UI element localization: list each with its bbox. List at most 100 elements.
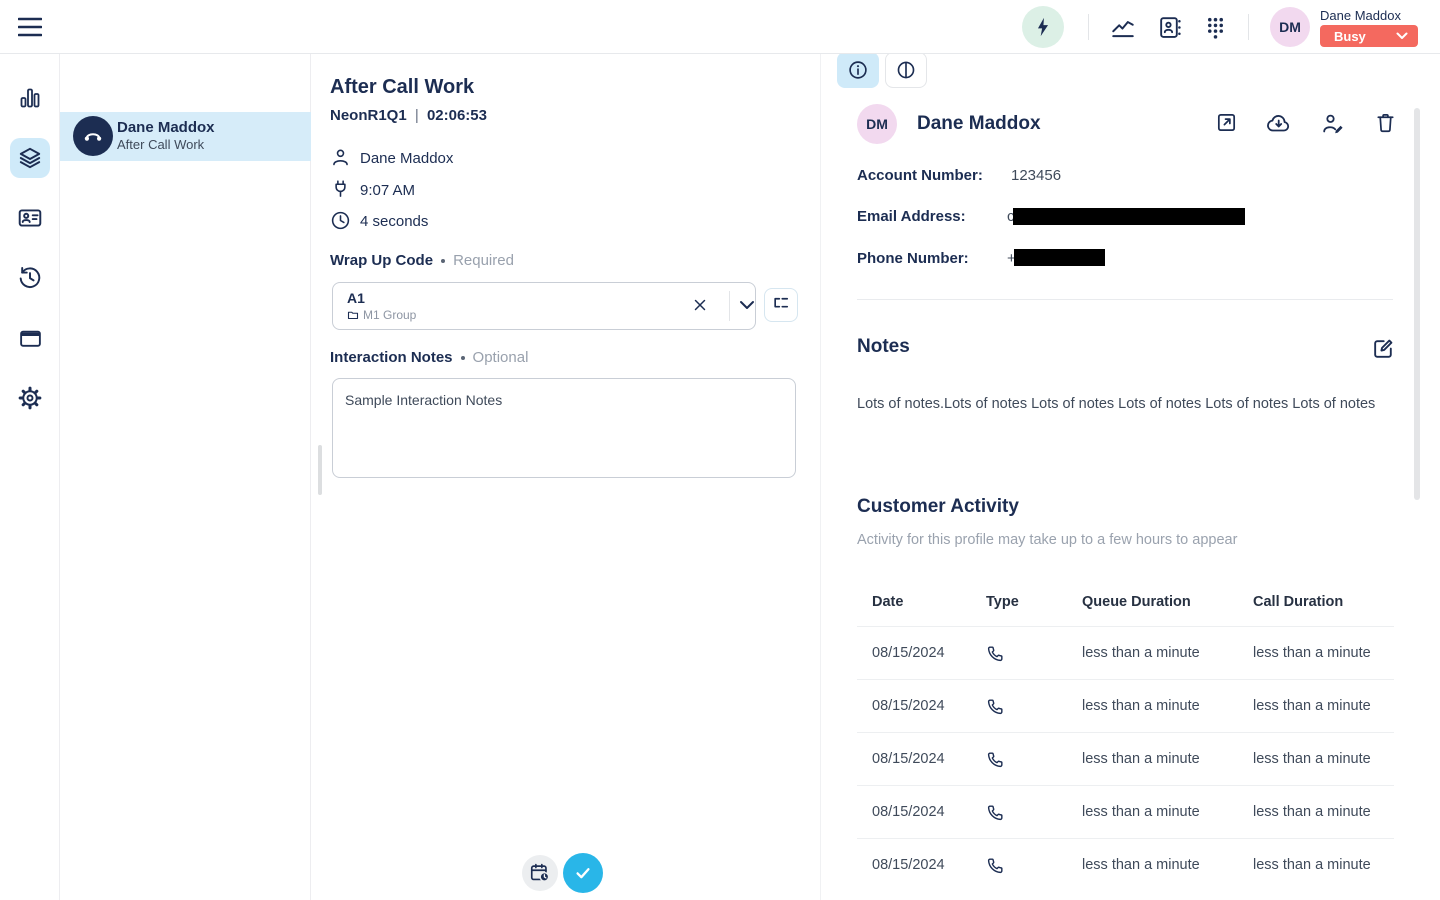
bar-chart-icon [18,86,42,110]
person-edit-icon [1321,112,1346,136]
user-avatar[interactable]: DM [1270,7,1310,47]
edit-notes-button[interactable] [1371,336,1396,361]
handset-icon [81,124,105,148]
left-nav-rail [0,54,60,900]
schedule-callback-button[interactable] [522,855,558,891]
person-icon [330,147,351,168]
analytics-button[interactable] [1110,15,1136,41]
table-row[interactable]: 08/15/2024 less than a minute less than … [857,732,1394,785]
dialpad-button[interactable] [1203,15,1228,40]
topbar-user-name: Dane Maddox [1320,8,1401,23]
activity-table-header: Date Type Queue Duration Call Duration [857,578,1394,626]
cell-date: 08/15/2024 [872,698,986,714]
task-list-item[interactable]: Dane Maddox After Call Work [60,112,311,161]
contact-card-icon [17,205,43,231]
folder-icon [347,309,359,321]
status-label: Busy [1334,29,1366,44]
sidebar-item-tasks[interactable] [10,138,50,178]
profile-scrollbar-thumb[interactable] [1414,108,1420,500]
bullet-dot [441,259,445,263]
cell-call-duration: less than a minute [1253,857,1394,873]
cell-date: 08/15/2024 [872,857,986,873]
sidebar-item-analytics[interactable] [10,78,50,118]
bullet-dot [461,356,465,360]
cell-queue-duration: less than a minute [1082,645,1253,661]
line-chart-icon [1110,15,1136,41]
brain-icon [895,59,917,81]
hamburger-menu-button[interactable] [18,16,42,38]
cloud-download-icon [1266,112,1292,136]
sidebar-item-contacts[interactable] [10,198,50,238]
plug-icon [330,179,351,200]
wrap-up-label-row: Wrap Up Code Required [330,252,514,269]
select-expand-button[interactable] [739,299,755,311]
wrap-up-requirement: Required [453,252,514,269]
tab-profile-info[interactable] [837,52,879,88]
calendar-clock-icon [529,862,551,884]
task-timer: 02:06:53 [427,107,487,124]
hamburger-icon [18,16,42,38]
history-icon [17,265,43,291]
left-scrollbar-thumb[interactable] [318,445,322,495]
lightning-icon [1032,16,1054,38]
table-row[interactable]: 08/15/2024 less than a minute less than … [857,626,1394,679]
address-book-icon [1157,15,1182,40]
cell-queue-duration: less than a minute [1082,698,1253,714]
interaction-notes-label: Interaction Notes [330,349,453,366]
x-close-icon [691,296,709,314]
sidebar-item-settings[interactable] [10,378,50,418]
interaction-notes-label-row: Interaction Notes Optional [330,349,528,366]
redaction-bar [1013,208,1245,225]
browse-code-tree-button[interactable] [764,288,798,322]
field-label: Phone Number: [857,250,969,267]
activity-table: Date Type Queue Duration Call Duration 0… [857,578,1394,891]
cell-queue-duration: less than a minute [1082,857,1253,873]
current-task-panel: Current Task Dane Maddox After Call Work [60,54,311,900]
sidebar-item-history[interactable] [10,258,50,298]
delete-profile-button[interactable] [1374,111,1397,134]
cell-date: 08/15/2024 [872,751,986,767]
queue-and-timer: NeonR1Q1 | 02:06:53 [330,107,487,124]
layers-icon [17,145,43,171]
cell-type [986,803,1082,822]
meta-contact-name: Dane Maddox [360,150,453,167]
table-row[interactable]: 08/15/2024 less than a minute less than … [857,838,1394,891]
wrap-up-code-select[interactable]: A1 M1 Group [332,282,756,330]
field-label: Email Address: [857,208,966,225]
pencil-square-icon [1371,336,1396,361]
table-row[interactable]: 08/15/2024 less than a minute less than … [857,679,1394,732]
customer-profile-panel: DM Dane Maddox [820,54,1440,900]
complete-task-button[interactable] [563,853,603,893]
avatar-initials: DM [1279,19,1301,35]
edit-profile-button[interactable] [1321,112,1346,136]
chevron-down-icon [1396,32,1408,40]
status-dropdown-button[interactable]: Busy [1320,25,1418,47]
cell-call-duration: less than a minute [1253,645,1394,661]
cell-call-duration: less than a minute [1253,698,1394,714]
task-item-subtitle: After Call Work [117,137,204,152]
info-icon [847,59,869,81]
contacts-button[interactable] [1157,15,1182,40]
phone-icon [986,644,1005,663]
task-item-title: Dane Maddox [117,119,215,136]
cell-type [986,697,1082,716]
tab-insights[interactable] [885,52,927,88]
profile-avatar: DM [857,104,897,144]
open-profile-button[interactable] [1215,111,1238,134]
sidebar-item-windows[interactable] [10,318,50,358]
quick-actions-button[interactable] [1022,6,1064,48]
activity-subtitle: Activity for this profile may take up to… [857,532,1237,548]
cell-call-duration: less than a minute [1253,804,1394,820]
interaction-notes-textarea[interactable]: Sample Interaction Notes [332,378,796,478]
download-profile-button[interactable] [1266,112,1292,136]
chevron-down-icon [739,299,755,311]
cell-type [986,856,1082,875]
tree-list-icon [771,295,791,315]
clear-selection-button[interactable] [691,296,709,314]
meta-start-time: 9:07 AM [360,182,415,199]
activity-title: Customer Activity [857,496,1019,518]
table-row[interactable]: 08/15/2024 less than a minute less than … [857,785,1394,838]
phone-icon [986,803,1005,822]
notes-title: Notes [857,336,910,358]
column-header: Queue Duration [1082,594,1253,610]
